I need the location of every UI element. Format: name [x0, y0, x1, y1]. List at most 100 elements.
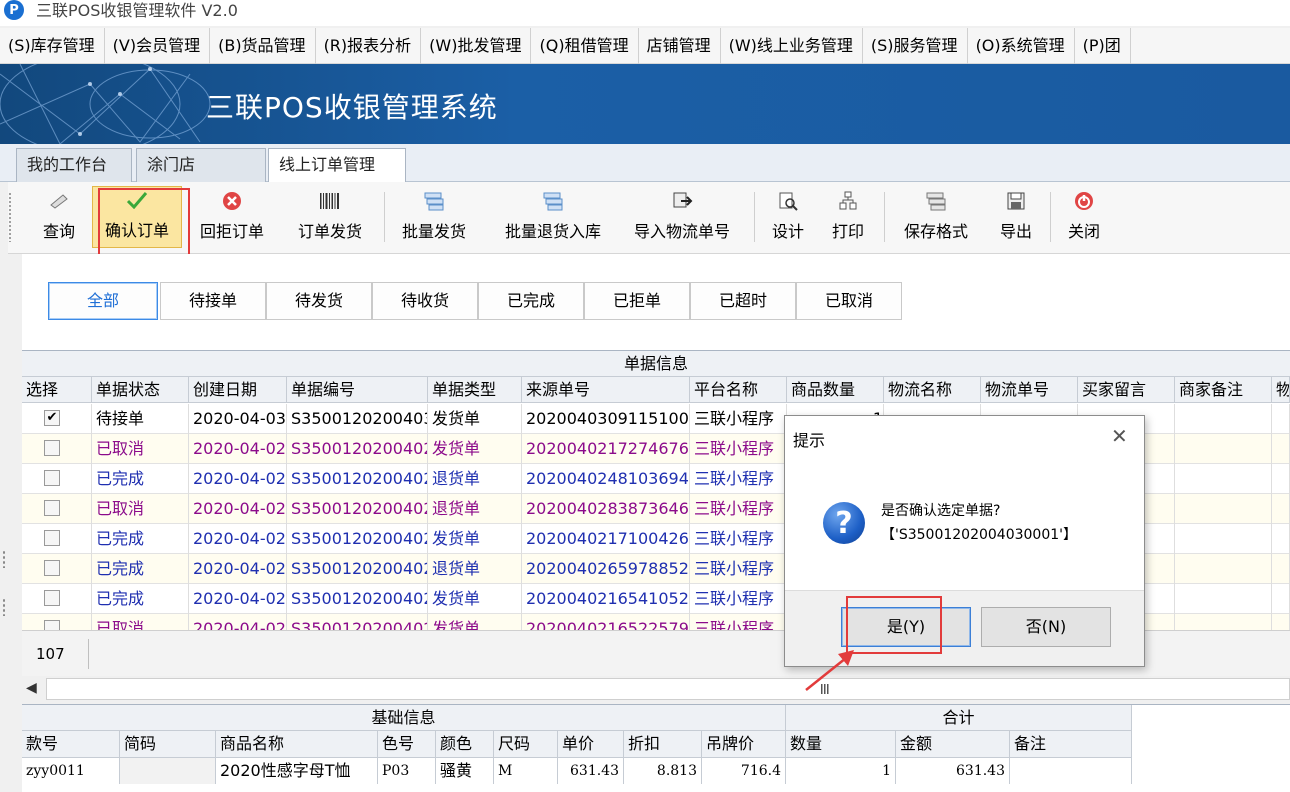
col-more[interactable]: 物 — [1272, 377, 1290, 403]
dcol-style[interactable]: 款号 — [22, 731, 120, 757]
row-checkbox[interactable] — [44, 560, 60, 576]
import-tracking-button[interactable]: 导入物流单号 — [626, 186, 738, 248]
close-button[interactable]: 关闭 — [1060, 186, 1108, 248]
detail-grid: 基础信息 合计 款号 简码 商品名称 色号 颜色 尺码 单价 折扣 吊牌价 数量… — [22, 704, 1290, 792]
col-logistics-no[interactable]: 物流单号 — [981, 377, 1078, 403]
menu-wholesale[interactable]: (W)批发管理 — [421, 27, 532, 64]
row-checkbox[interactable] — [44, 440, 60, 456]
menu-member[interactable]: (V)会员管理 — [105, 27, 211, 64]
col-order-no[interactable]: 单据编号 — [287, 377, 428, 403]
cell-date: 2020-04-02 — [189, 614, 287, 630]
dcol-discount[interactable]: 折扣 — [624, 731, 702, 757]
dcol-code[interactable]: 简码 — [120, 731, 216, 757]
filter-rejected[interactable]: 已拒单 — [584, 282, 690, 320]
dialog-close-icon[interactable]: ✕ — [1111, 424, 1128, 448]
filter-timeout[interactable]: 已超时 — [690, 282, 796, 320]
dcol-color-no[interactable]: 色号 — [378, 731, 436, 757]
dcol-qty[interactable]: 数量 — [786, 731, 896, 757]
col-qty[interactable]: 商品数量 — [787, 377, 884, 403]
ship-order-button[interactable]: 订单发货 — [288, 186, 372, 248]
cell-order-type: 退货单 — [428, 554, 522, 584]
menu-system[interactable]: (O)系统管理 — [968, 27, 1075, 64]
menu-reports[interactable]: (R)报表分析 — [316, 27, 422, 64]
col-platform[interactable]: 平台名称 — [690, 377, 787, 403]
row-checkbox[interactable] — [44, 470, 60, 486]
col-logistics-name[interactable]: 物流名称 — [884, 377, 981, 403]
col-seller-note[interactable]: 商家备注 — [1175, 377, 1272, 403]
batch-return-label: 批量退货入库 — [504, 222, 601, 241]
splitter-grip[interactable] — [2, 598, 6, 616]
filter-cancelled[interactable]: 已取消 — [796, 282, 902, 320]
cell-source-no: 202004021654105297 — [522, 584, 690, 614]
row-checkbox[interactable] — [44, 530, 60, 546]
filter-pending-accept[interactable]: 待接单 — [160, 282, 266, 320]
tab-online-orders[interactable]: 线上订单管理 — [268, 148, 406, 183]
reject-icon — [221, 190, 243, 212]
cell-select — [22, 584, 92, 614]
filter-all[interactable]: 全部 — [48, 282, 158, 320]
dcol-amount[interactable]: 金额 — [896, 731, 1010, 757]
row-checkbox[interactable]: ✔ — [44, 410, 60, 426]
cell-more — [1272, 584, 1290, 614]
callout-arrow-icon — [805, 650, 854, 691]
scroll-track[interactable] — [46, 678, 1290, 700]
menu-goods[interactable]: (B)货品管理 — [210, 27, 316, 64]
detail-color-no: P03 — [378, 758, 436, 784]
print-button[interactable]: 打印 — [824, 186, 872, 248]
batch-return-button[interactable]: 批量退货入库 — [492, 186, 614, 248]
query-button[interactable]: 查询 — [32, 186, 86, 248]
tab-workbench[interactable]: 我的工作台 — [16, 148, 132, 182]
col-source-no[interactable]: 来源单号 — [522, 377, 690, 403]
col-date[interactable]: 创建日期 — [189, 377, 287, 403]
cell-platform: 三联小程序 — [690, 554, 787, 584]
dialog-title: 提示 — [793, 431, 826, 450]
horizontal-scrollbar[interactable]: ◀ — [22, 676, 1290, 702]
menu-inventory[interactable]: (S)库存管理 — [0, 27, 105, 64]
splitter-grip[interactable] — [2, 550, 6, 568]
dcol-name[interactable]: 商品名称 — [216, 731, 378, 757]
cell-platform: 三联小程序 — [690, 464, 787, 494]
barcode-icon — [319, 190, 341, 212]
cell-platform: 三联小程序 — [690, 434, 787, 464]
cell-order-type: 发货单 — [428, 614, 522, 630]
design-button[interactable]: 设计 — [764, 186, 812, 248]
row-checkbox[interactable] — [44, 620, 60, 630]
cell-platform: 三联小程序 — [690, 584, 787, 614]
print-icon — [837, 190, 859, 212]
menu-online[interactable]: (W)线上业务管理 — [721, 27, 863, 64]
toolbar-separator — [1050, 192, 1051, 242]
cell-order-no: S35001202004020 — [287, 584, 428, 614]
col-buyer-note[interactable]: 买家留言 — [1078, 377, 1175, 403]
menu-service[interactable]: (S)服务管理 — [863, 27, 968, 64]
col-order-type[interactable]: 单据类型 — [428, 377, 522, 403]
filter-pending-ship[interactable]: 待发货 — [266, 282, 372, 320]
export-button[interactable]: 导出 — [992, 186, 1040, 248]
toolbar-separator — [754, 192, 755, 242]
scroll-left-icon[interactable]: ◀ — [26, 680, 37, 696]
reject-order-button[interactable]: 回拒订单 — [192, 186, 272, 248]
dcol-price[interactable]: 单价 — [558, 731, 624, 757]
col-status[interactable]: 单据状态 — [92, 377, 189, 403]
menu-group[interactable]: (P)团 — [1075, 27, 1131, 64]
save-format-button[interactable]: 保存格式 — [894, 186, 978, 248]
query-label: 查询 — [42, 222, 75, 241]
batch-ship-button[interactable]: 批量发货 — [394, 186, 474, 248]
row-checkbox[interactable] — [44, 590, 60, 606]
dcol-remark[interactable]: 备注 — [1010, 731, 1132, 757]
toolbar-separator — [384, 192, 385, 242]
col-select[interactable]: 选择 — [22, 377, 92, 403]
toolbar-grip[interactable] — [8, 192, 12, 242]
record-count: 107 — [36, 645, 65, 663]
filter-pending-receive[interactable]: 待收货 — [372, 282, 478, 320]
row-checkbox[interactable] — [44, 500, 60, 516]
menu-rental[interactable]: (Q)租借管理 — [531, 27, 639, 64]
tab-store[interactable]: 涂门店(35001) — [136, 148, 266, 206]
cell-order-type: 退货单 — [428, 494, 522, 524]
dcol-size[interactable]: 尺码 — [494, 731, 558, 757]
filter-completed[interactable]: 已完成 — [478, 282, 584, 320]
dcol-tag-price[interactable]: 吊牌价 — [702, 731, 786, 757]
dcol-color[interactable]: 颜色 — [436, 731, 494, 757]
no-button[interactable]: 否(N) — [981, 607, 1111, 647]
detail-row[interactable]: zyy0011 2020性感字母T恤 P03 骚黄 M 631.43 8.813… — [22, 758, 1132, 784]
menu-store[interactable]: 店铺管理 — [639, 27, 721, 64]
